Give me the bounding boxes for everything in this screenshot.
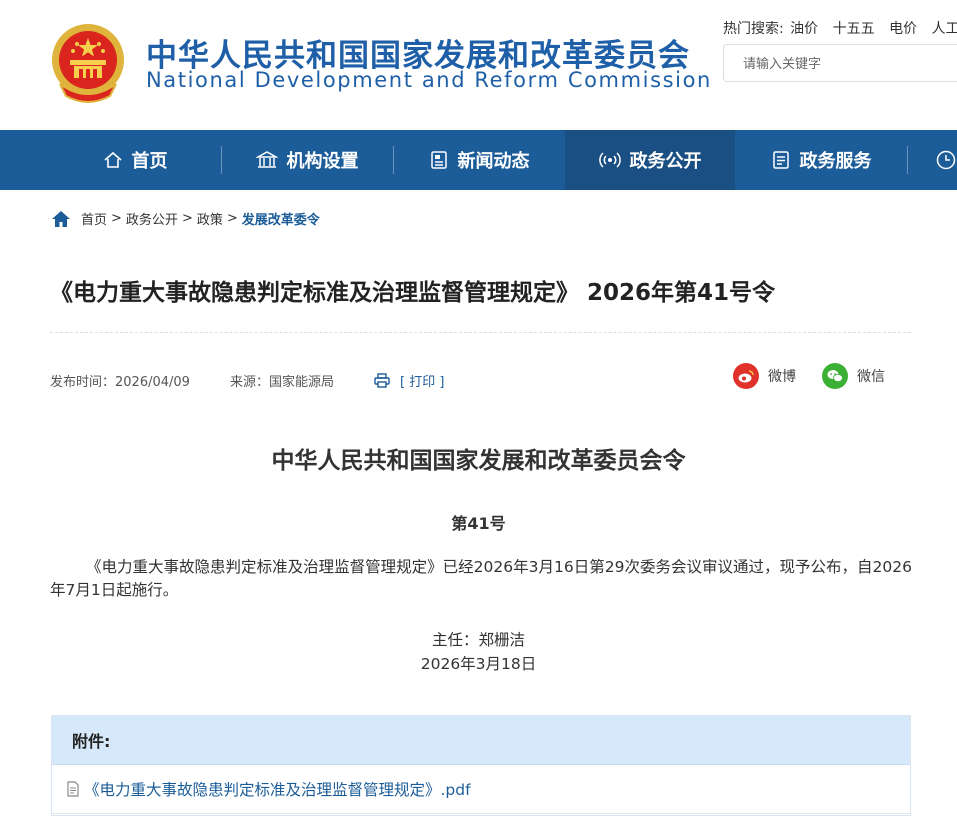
- page-title: 《电力重大事故隐患判定标准及治理监督管理规定》 2026年第41号令: [50, 280, 776, 306]
- nav-label: 政务公开: [629, 151, 702, 172]
- divider: [50, 332, 911, 333]
- sign-date: 2026年3月18日: [420, 655, 537, 673]
- document-paragraph: 《电力重大事故隐患判定标准及治理监督管理规定》已经2026年3月16日第29次委…: [50, 558, 912, 599]
- hot-search-term[interactable]: 电价: [889, 21, 917, 37]
- nav-item-news[interactable]: 新闻动态: [394, 130, 564, 190]
- print-label: [ 打印 ]: [399, 375, 445, 390]
- home-icon: [51, 210, 71, 228]
- article-meta: 发布时间：2026/04/09 来源：国家能源局 [ 打印 ]: [50, 371, 444, 390]
- breadcrumb-link[interactable]: 首页: [81, 209, 107, 228]
- source-label: 来源：: [229, 375, 269, 390]
- main-nav: 首页 机构设置 新闻动态 政务公开 政务服务: [0, 130, 957, 190]
- breadcrumb-current[interactable]: 发展改革委令: [242, 209, 320, 228]
- breadcrumb-link[interactable]: 政务公开: [126, 209, 178, 228]
- document-signature: 主任：郑栅洁 2026年3月18日: [0, 628, 957, 676]
- site-title-english: National Development and Reform Commissi…: [146, 68, 712, 92]
- document-number: 第41号: [451, 514, 506, 533]
- search-box: [723, 44, 957, 82]
- breadcrumb: 首页 > 政务公开 > 政策 > 发展改革委令: [51, 209, 320, 228]
- breadcrumb-separator: >: [181, 211, 193, 226]
- home-icon: [103, 150, 123, 170]
- attachment-filename: 《电力重大事故隐患判定标准及治理监督管理规定》.pdf: [84, 781, 471, 799]
- hot-search-term[interactable]: 油价: [790, 21, 818, 37]
- source: 来源：国家能源局: [230, 371, 334, 390]
- publish-date-label: 发布时间：: [50, 375, 116, 390]
- share-weibo-label: 微博: [768, 369, 796, 385]
- wechat-icon: [822, 363, 848, 389]
- publish-date: 发布时间：2026/04/09: [50, 371, 190, 390]
- source-value: 国家能源局: [268, 375, 334, 390]
- printer-icon: [374, 373, 390, 388]
- nav-divider: [907, 146, 908, 174]
- site-header: 中华人民共和国国家发展和改革委员会 National Development a…: [0, 0, 957, 130]
- weibo-icon: [733, 363, 759, 389]
- nav-item-government-affairs[interactable]: 政务公开: [565, 130, 735, 190]
- file-icon: [66, 781, 80, 797]
- attachments-header: 附件:: [52, 716, 910, 765]
- share-wechat-button[interactable]: 微信: [822, 363, 885, 389]
- national-emblem-icon[interactable]: [50, 22, 126, 104]
- attachments-panel: 附件: 《电力重大事故隐患判定标准及治理监督管理规定》.pdf: [51, 715, 911, 816]
- attachment-link[interactable]: 《电力重大事故隐患判定标准及治理监督管理规定》.pdf: [52, 765, 910, 814]
- nav-item-more[interactable]: [935, 130, 957, 190]
- breadcrumb-separator: >: [111, 211, 122, 226]
- signer: 主任：郑栅洁: [431, 631, 525, 649]
- nav-label: 机构设置: [286, 151, 359, 172]
- print-button[interactable]: [ 打印 ]: [374, 371, 444, 390]
- news-icon: [429, 150, 449, 170]
- search-input[interactable]: [724, 45, 943, 81]
- publish-date-value: 2026/04/09: [115, 375, 190, 390]
- broadcast-icon: [598, 150, 621, 170]
- nav-label: 新闻动态: [457, 151, 530, 172]
- nav-item-government-services[interactable]: 政务服务: [736, 130, 906, 190]
- hot-search-term[interactable]: 十五五: [833, 21, 875, 37]
- share-wechat-label: 微信: [857, 369, 885, 385]
- document-icon: [771, 150, 791, 170]
- hot-search-term[interactable]: 人工智: [932, 21, 957, 37]
- breadcrumb-separator: >: [226, 211, 238, 226]
- clock-icon: [935, 149, 957, 171]
- hot-search: 热门搜索: 油价 十五五 电价 人工智: [723, 18, 957, 38]
- nav-label: 首页: [131, 151, 168, 172]
- nav-item-organization[interactable]: 机构设置: [222, 130, 392, 190]
- hot-search-label: 热门搜索:: [723, 21, 784, 37]
- breadcrumb-link[interactable]: 政策: [197, 209, 223, 228]
- share-weibo-button[interactable]: 微博: [733, 363, 796, 389]
- building-icon: [255, 150, 278, 170]
- document-heading: 中华人民共和国国家发展和改革委员会令: [271, 448, 686, 474]
- nav-label: 政务服务: [799, 151, 872, 172]
- nav-item-home[interactable]: 首页: [50, 130, 220, 190]
